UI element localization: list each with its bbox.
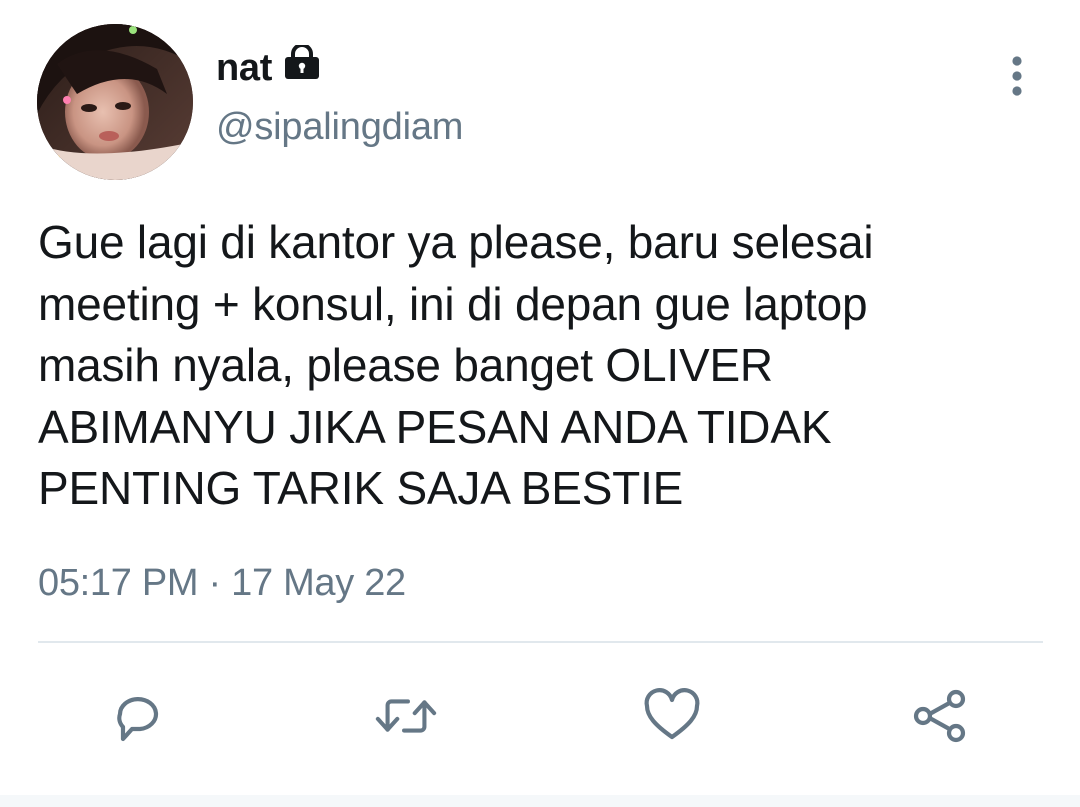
bottom-edge: [0, 795, 1080, 807]
tweet-text: Gue lagi di kantor ya please, baru seles…: [38, 216, 874, 514]
reply-icon: [117, 697, 159, 742]
retweet-icon: [375, 699, 437, 733]
tweet-date: 17 May 22: [231, 562, 406, 604]
reply-button[interactable]: [106, 684, 170, 748]
lock-icon: [282, 42, 322, 84]
more-vertical-icon: [1012, 56, 1022, 96]
share-button[interactable]: [908, 684, 972, 748]
heart-icon: [644, 688, 700, 740]
avatar[interactable]: [37, 24, 193, 180]
avatar-photo: [37, 24, 193, 180]
more-button[interactable]: [1000, 52, 1034, 100]
tweet-timestamp[interactable]: 05:17 PM · 17 May 22: [38, 562, 406, 605]
tweet-time: 05:17 PM: [38, 562, 199, 604]
retweet-button[interactable]: [374, 684, 438, 748]
share-icon: [913, 689, 966, 743]
user-handle[interactable]: @sipalingdiam: [216, 106, 463, 149]
display-name[interactable]: nat: [216, 47, 272, 90]
like-button[interactable]: [640, 684, 704, 748]
author-name-row[interactable]: nat: [216, 42, 322, 94]
meta-separator: ·: [208, 562, 222, 604]
divider: [38, 641, 1043, 643]
